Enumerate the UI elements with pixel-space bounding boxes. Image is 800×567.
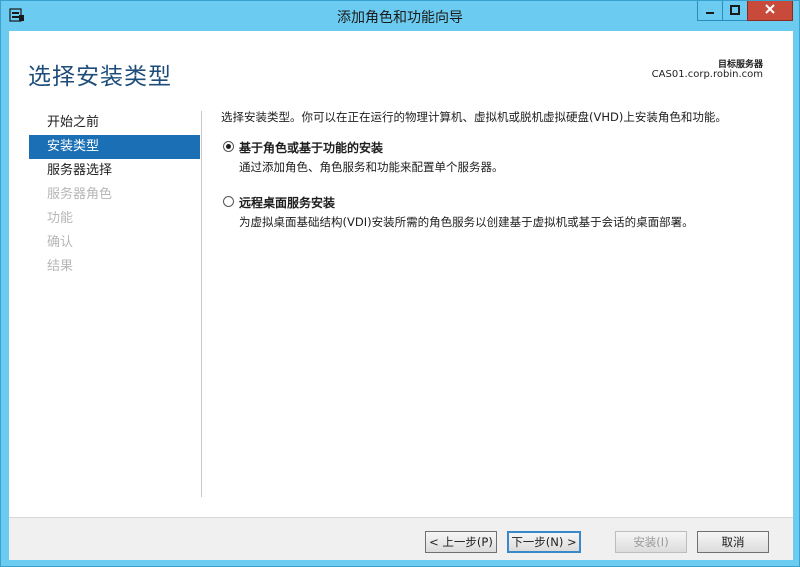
title-bar[interactable]: 添加角色和功能向导 <box>1 1 799 31</box>
install-button: 安装(I) <box>615 531 687 553</box>
next-button[interactable]: 下一步(N) > <box>507 531 581 553</box>
close-button[interactable] <box>747 1 793 21</box>
option-description: 通过添加角色、角色服务和功能来配置单个服务器。 <box>239 160 504 174</box>
nav-item-server-selection[interactable]: 服务器选择 <box>29 159 200 183</box>
nav-item-before-you-begin[interactable]: 开始之前 <box>29 111 200 135</box>
nav-item-installation-type[interactable]: 安装类型 <box>29 135 200 159</box>
wizard-window: 添加角色和功能向导 选择安装类型 目标服务器 CAS01.corp.robin.… <box>0 0 800 567</box>
minimize-button[interactable] <box>697 1 723 21</box>
radio-remote-desktop[interactable] <box>223 196 234 207</box>
nav-item-results: 结果 <box>47 259 74 274</box>
window-controls <box>697 1 793 22</box>
maximize-button[interactable] <box>722 1 748 21</box>
radio-role-based[interactable] <box>223 141 234 152</box>
previous-button[interactable]: < 上一步(P) <box>425 531 497 553</box>
nav-item-confirmation: 确认 <box>47 235 74 250</box>
option-role-based[interactable]: 基于角色或基于功能的安装 通过添加角色、角色服务和功能来配置单个服务器。 <box>221 139 781 175</box>
option-title: 基于角色或基于功能的安装 <box>239 141 384 155</box>
option-title: 远程桌面服务安装 <box>239 196 336 210</box>
wizard-step-nav: 开始之前 安装类型 服务器选择 服务器角色 功能 确认 结果 <box>29 111 200 279</box>
page-title: 选择安装类型 <box>28 64 172 90</box>
destination-server-value: CAS01.corp.robin.com <box>651 69 763 80</box>
nav-divider <box>201 111 202 497</box>
maximize-icon <box>730 4 740 18</box>
nav-item-features: 功能 <box>47 211 74 226</box>
wizard-footer: < 上一步(P) 下一步(N) > 安装(I) 取消 <box>9 517 793 560</box>
option-remote-desktop[interactable]: 远程桌面服务安装 为虚拟桌面基础结构(VDI)安装所需的角色服务以创建基于虚拟机… <box>221 194 781 230</box>
minimize-icon <box>705 4 715 18</box>
main-panel: 选择安装类型。你可以在正在运行的物理计算机、虚拟机或脱机虚拟硬盘(VHD)上安装… <box>221 109 781 249</box>
intro-text: 选择安装类型。你可以在正在运行的物理计算机、虚拟机或脱机虚拟硬盘(VHD)上安装… <box>221 110 727 124</box>
cancel-button[interactable]: 取消 <box>697 531 769 553</box>
nav-item-server-roles: 服务器角色 <box>47 187 113 202</box>
option-description: 为虚拟桌面基础结构(VDI)安装所需的角色服务以创建基于虚拟机或基于会话的桌面部… <box>239 215 694 229</box>
window-title: 添加角色和功能向导 <box>337 10 463 26</box>
close-icon <box>764 3 776 18</box>
wizard-content: 选择安装类型 目标服务器 CAS01.corp.robin.com 开始之前 安… <box>9 31 793 560</box>
